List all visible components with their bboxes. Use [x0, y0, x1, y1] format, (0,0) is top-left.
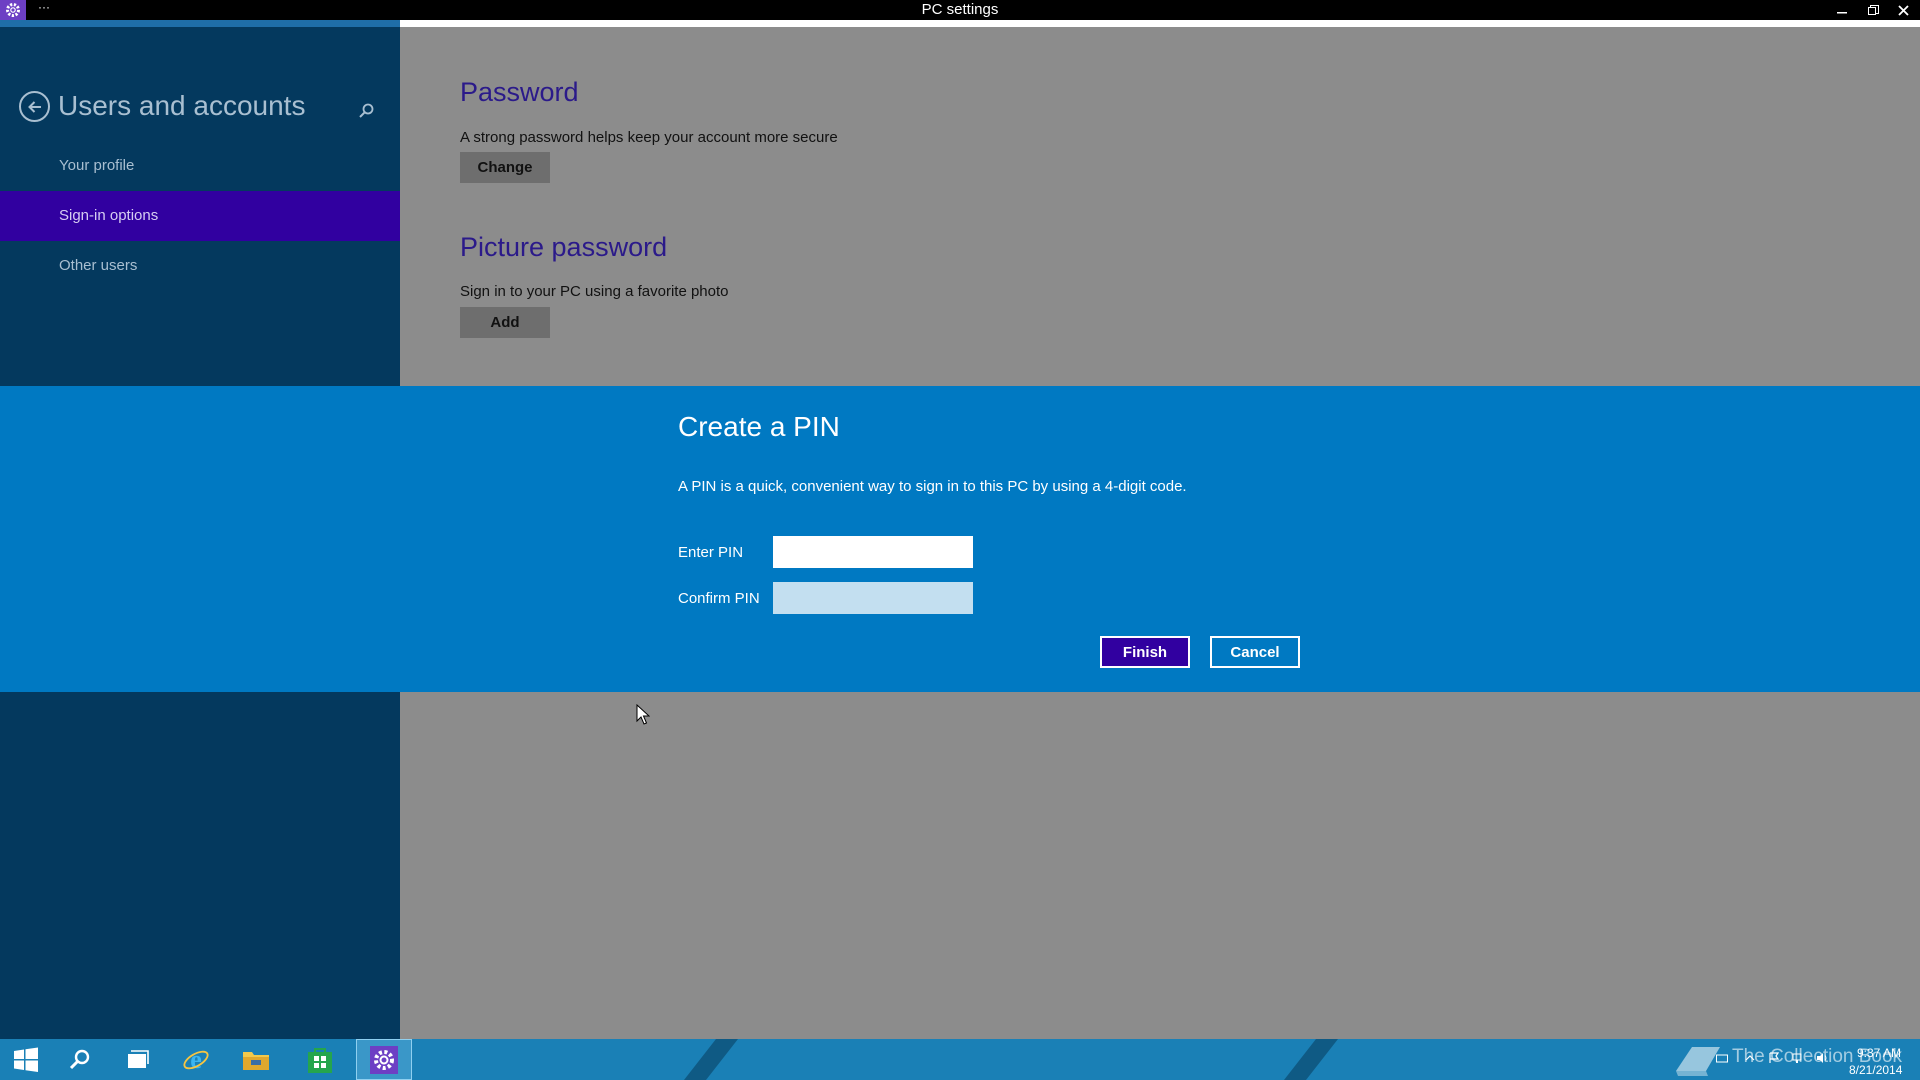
password-heading: Password: [460, 77, 579, 107]
system-tray: [1716, 1052, 1828, 1068]
search-icon[interactable]: [358, 102, 380, 124]
change-password-button[interactable]: Change: [460, 152, 550, 183]
sidebar-accent-line: [0, 20, 400, 27]
action-center-flag-icon[interactable]: [1768, 1052, 1780, 1064]
password-description: A strong password helps keep your accoun…: [460, 129, 838, 146]
internet-explorer-icon[interactable]: e: [170, 1039, 222, 1080]
finish-button[interactable]: Finish: [1100, 636, 1190, 668]
minimize-button[interactable]: [1827, 0, 1857, 20]
close-button[interactable]: [1888, 0, 1918, 20]
mouse-cursor-icon: [636, 703, 651, 726]
settings-icon[interactable]: [356, 1039, 412, 1080]
search-icon[interactable]: [54, 1039, 106, 1080]
sidebar-item-sign-in-options[interactable]: Sign-in options: [0, 191, 400, 241]
volume-icon[interactable]: [1816, 1052, 1828, 1064]
store-icon[interactable]: [294, 1039, 346, 1080]
sidebar-item-other-users[interactable]: Other users: [0, 241, 400, 291]
keyboard-icon[interactable]: [1716, 1052, 1728, 1064]
cancel-button[interactable]: Cancel: [1210, 636, 1300, 668]
add-picture-password-button[interactable]: Add: [460, 307, 550, 338]
enter-pin-label: Enter PIN: [678, 544, 744, 561]
clock-date[interactable]: 8/21/2014: [1849, 1063, 1902, 1077]
title-bar: ··· PC settings: [0, 0, 1920, 20]
taskbar-stripe: [1283, 1039, 1339, 1080]
chevron-up-icon[interactable]: [1744, 1052, 1756, 1064]
picture-password-description: Sign in to your PC using a favorite phot…: [460, 283, 729, 300]
create-pin-dialog: Create a PIN A PIN is a quick, convenien…: [0, 386, 1920, 692]
sidebar-title: Users and accounts: [58, 90, 306, 121]
svg-text:e: e: [190, 1046, 202, 1074]
sidebar-item-your-profile[interactable]: Your profile: [0, 141, 400, 191]
picture-password-heading: Picture password: [460, 232, 668, 262]
taskbar: e The Collection Book 9:37 AM 8/21/2014: [0, 1039, 1920, 1080]
window-title: PC settings: [921, 1, 999, 18]
file-explorer-icon[interactable]: [230, 1039, 282, 1080]
enter-pin-input[interactable]: [773, 536, 973, 568]
content-accent-line: [400, 20, 1920, 27]
dialog-description: A PIN is a quick, convenient way to sign…: [678, 478, 1187, 495]
dialog-title: Create a PIN: [678, 411, 840, 442]
network-icon[interactable]: [1792, 1052, 1804, 1064]
restore-button[interactable]: [1858, 0, 1888, 20]
confirm-pin-label: Confirm PIN: [678, 590, 760, 607]
task-view-icon[interactable]: [112, 1039, 164, 1080]
clock-time[interactable]: 9:37 AM: [1857, 1046, 1901, 1060]
confirm-pin-input[interactable]: [773, 582, 973, 614]
start-icon[interactable]: [0, 1039, 52, 1080]
back-arrow-icon[interactable]: [19, 91, 50, 122]
taskbar-stripe: [683, 1039, 739, 1080]
